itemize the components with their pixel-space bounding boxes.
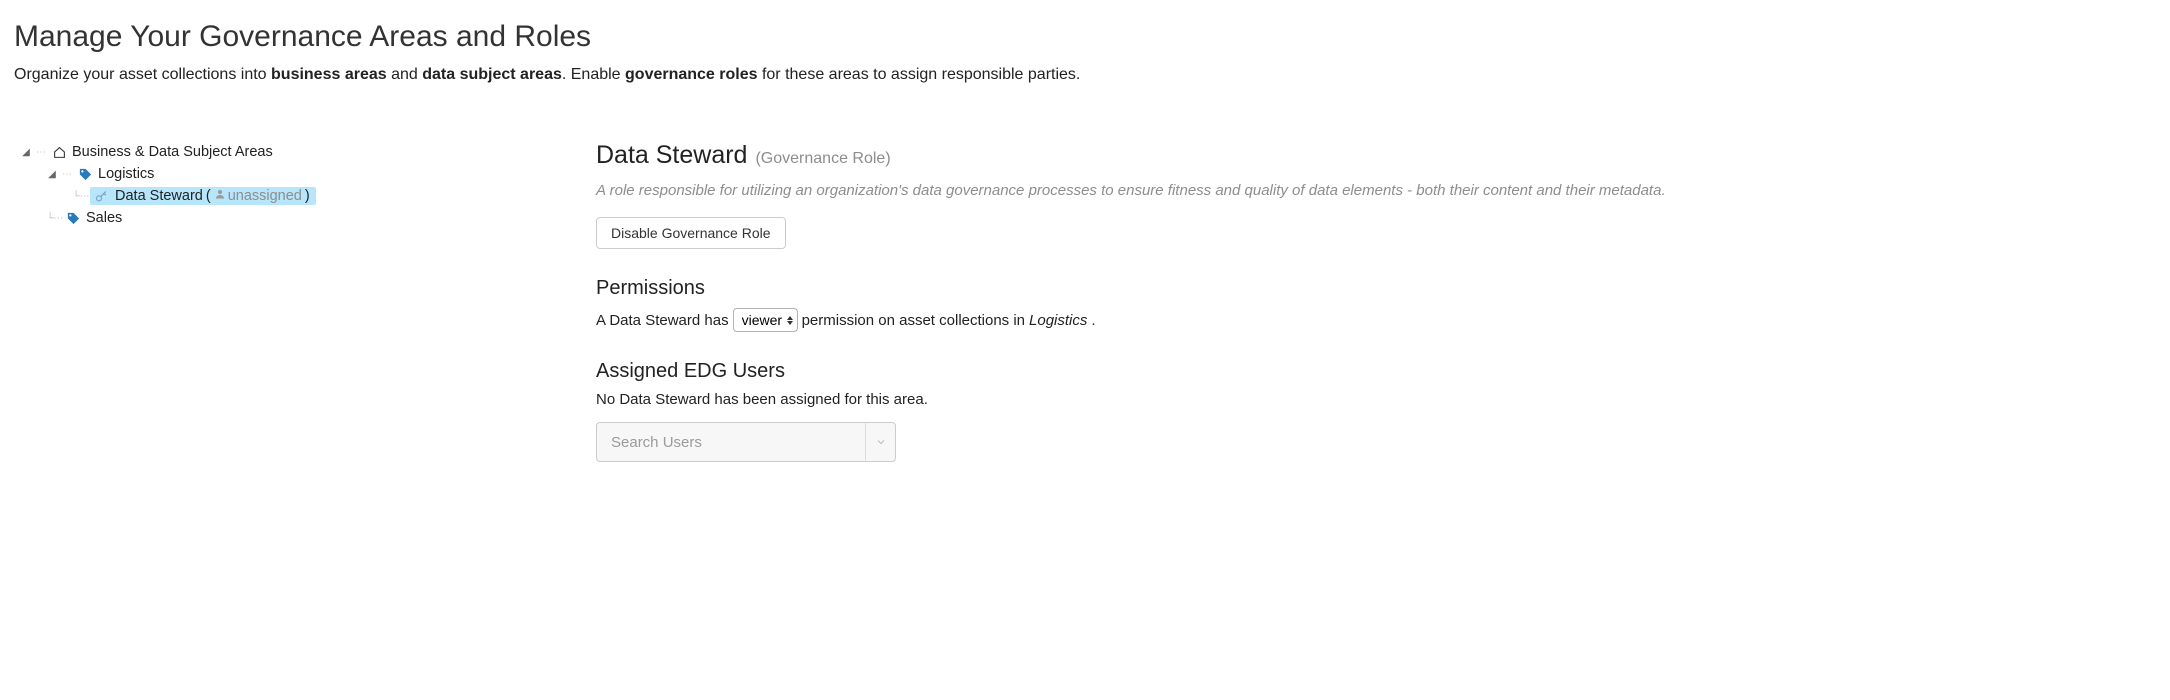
tree-item-logistics[interactable]: ◢ ⋯ Logistics [20,163,596,185]
page-description: Organize your asset collections into bus… [14,64,2156,86]
tree-role-data-steward[interactable]: └⋯ Data Steward ( unassigned ) [20,185,596,207]
tree-collapse-icon[interactable]: ◢ [46,169,58,180]
tree-connector-icon: └⋯ [46,213,64,224]
home-icon [50,146,68,159]
search-users-combobox[interactable] [596,422,896,462]
chevron-down-icon [875,436,887,448]
tag-icon [64,211,82,226]
tree-role-label-selected[interactable]: Data Steward ( unassigned ) [90,187,316,205]
detail-description: A role responsible for utilizing an orga… [596,182,2156,199]
page-title: Manage Your Governance Areas and Roles [14,20,2156,54]
dropdown-toggle[interactable] [865,423,895,461]
tree-panel: ◢ ⋯ Business & Data Subject Areas ◢ ⋯ Lo… [14,141,596,462]
tree-root-row[interactable]: ◢ ⋯ Business & Data Subject Areas [20,141,596,163]
tree-item-sales[interactable]: └⋯ Sales [20,207,596,229]
key-icon [92,189,110,204]
tree-connector-icon: ⋯ [58,169,76,180]
detail-panel: Data Steward (Governance Role) A role re… [596,141,2156,462]
permissions-heading: Permissions [596,277,2156,300]
tree-connector-icon: ⋯ [32,147,50,158]
tree-collapse-icon[interactable]: ◢ [20,147,32,158]
detail-subtitle: (Governance Role) [755,150,890,168]
permissions-line: A Data Steward has viewer permission on … [596,308,2156,332]
disable-role-button[interactable]: Disable Governance Role [596,217,786,249]
detail-title: Data Steward (Governance Role) [596,141,2156,170]
tree-root-label[interactable]: Business & Data Subject Areas [68,143,277,161]
tree-item-label[interactable]: Sales [82,209,126,227]
permission-select-input[interactable]: viewer [742,312,799,328]
user-icon [214,188,226,204]
tree-item-label[interactable]: Logistics [94,165,158,183]
permission-select[interactable]: viewer [733,308,798,332]
tree-connector-icon: └⋯ [72,191,90,202]
assigned-users-heading: Assigned EDG Users [596,360,2156,383]
tag-icon [76,167,94,182]
assigned-empty-message: No Data Steward has been assigned for th… [596,391,2156,408]
search-users-input[interactable] [597,423,865,461]
